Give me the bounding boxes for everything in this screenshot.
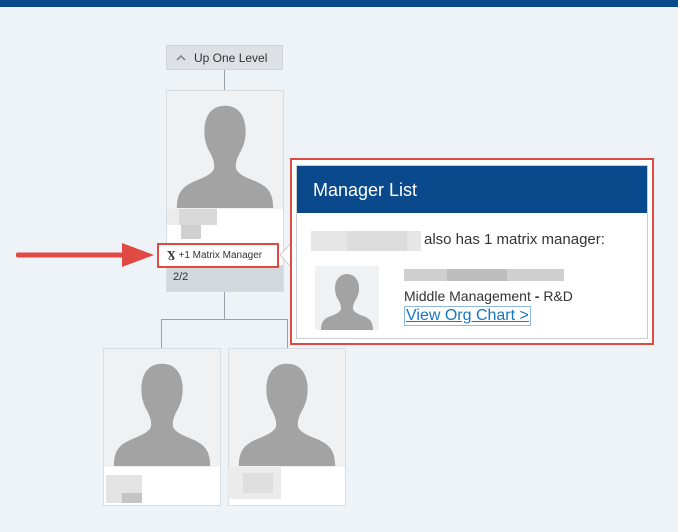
direct-report-card[interactable]	[103, 348, 221, 506]
blurred-name	[179, 209, 217, 225]
person-avatar	[229, 349, 345, 467]
tree-connector	[161, 319, 288, 320]
matrix-badge-label: +1 Matrix Manager	[178, 250, 263, 261]
tree-connector	[287, 319, 288, 348]
manager-avatar	[315, 266, 379, 330]
up-one-level-label: Up One Level	[194, 50, 268, 65]
matrix-icon: Ɣ	[167, 249, 176, 262]
person-silhouette-icon	[104, 350, 220, 466]
matrix-manager-text: also has 1 matrix manager:	[424, 231, 605, 248]
blurred-title	[181, 225, 201, 239]
tree-connector	[224, 70, 225, 90]
blurred-name	[347, 231, 407, 251]
chevron-up-icon	[175, 52, 187, 64]
person-avatar	[167, 91, 283, 209]
callout-arrow-icon	[16, 243, 154, 267]
up-one-level-button[interactable]: Up One Level	[166, 45, 283, 70]
tree-connector	[161, 319, 162, 348]
card-footer: 2/2	[167, 265, 283, 291]
person-silhouette-icon	[167, 92, 283, 208]
blurred-name	[122, 493, 142, 503]
person-silhouette-icon	[315, 266, 379, 330]
matrix-manager-badge[interactable]: Ɣ +1 Matrix Manager	[157, 243, 279, 268]
manager-list-popup: Manager List also has 1 matrix manager: …	[290, 158, 654, 345]
view-org-chart-link[interactable]: View Org Chart >	[404, 306, 531, 326]
top-bar	[0, 0, 678, 7]
person-silhouette-icon	[229, 350, 345, 466]
tree-connector	[224, 292, 225, 319]
blurred-manager-name	[447, 269, 507, 281]
popup-title: Manager List	[297, 166, 647, 213]
blurred-name	[243, 473, 273, 493]
direct-report-card[interactable]	[227, 348, 346, 506]
person-avatar	[104, 349, 220, 467]
reports-count: 2/2	[173, 271, 189, 283]
manager-title: Middle Management - R&D	[404, 288, 573, 304]
